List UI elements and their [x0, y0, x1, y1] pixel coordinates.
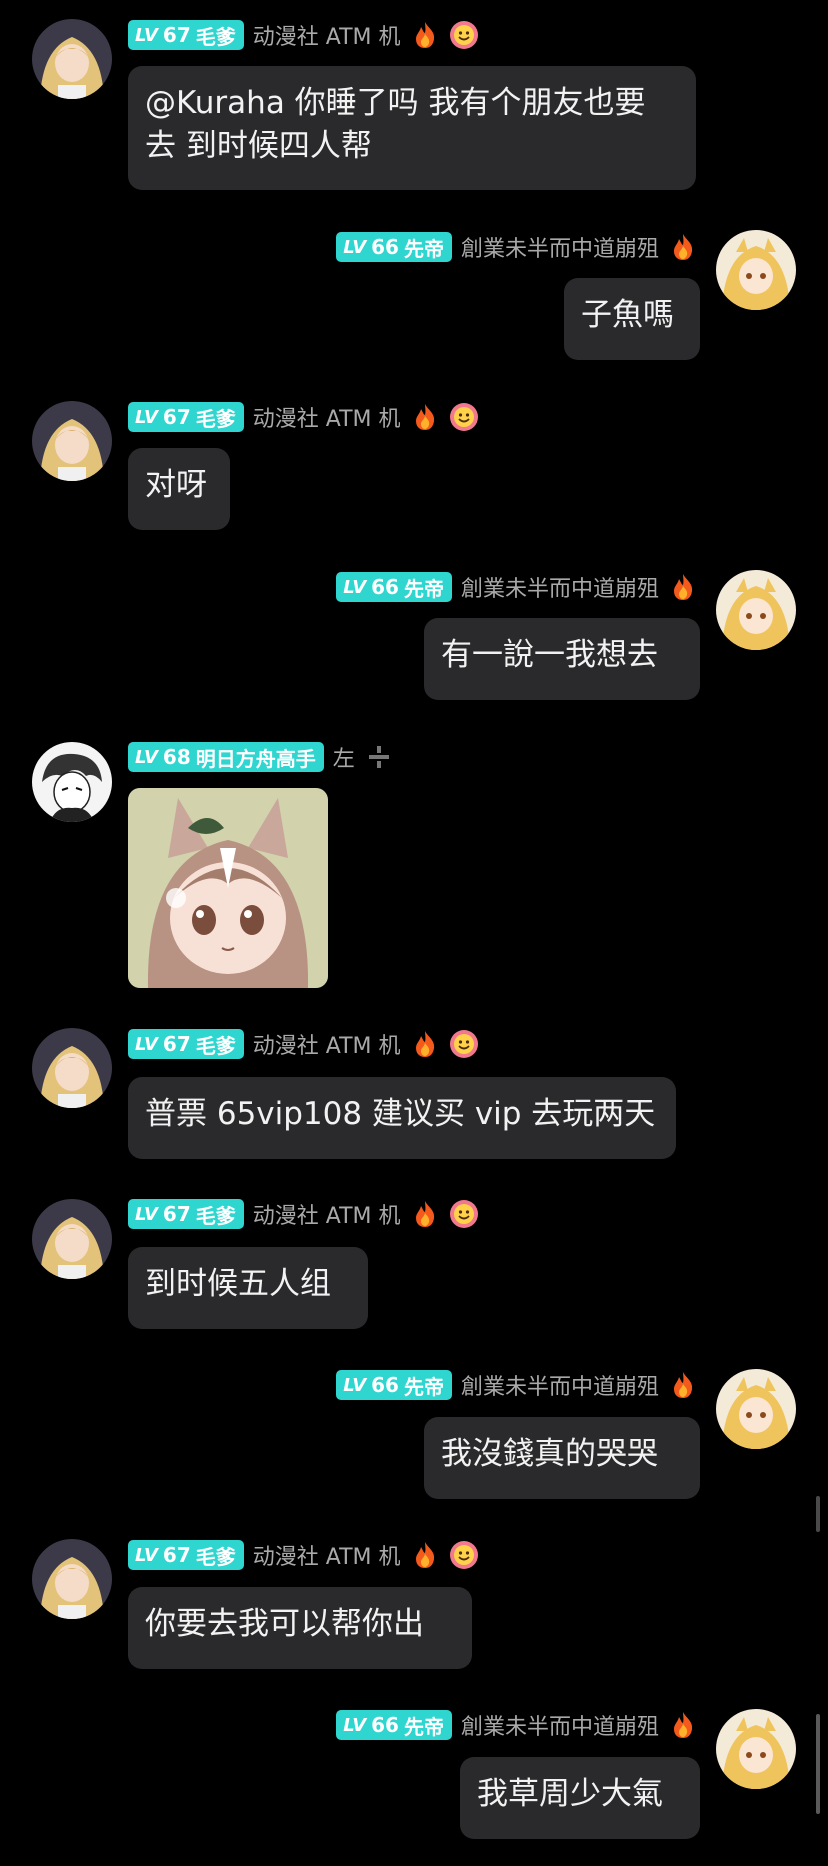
smiley-flower-icon: [449, 402, 479, 432]
sender-meta: LV 67 毛爹 动漫社 ATM 机: [128, 402, 479, 432]
fire-icon: [668, 1370, 698, 1400]
level-badge: LV 66 先帝: [336, 1710, 452, 1740]
fire-icon: [410, 402, 440, 432]
chat-message-list[interactable]: LV 67 毛爹 动漫社 ATM 机 @Kuraha 你睡了吗 我有个朋友也要 去 …: [0, 0, 828, 1866]
sender-name[interactable]: 动漫社 ATM 机: [253, 1539, 401, 1571]
sender-name[interactable]: 創業未半而中道崩殂: [461, 571, 659, 603]
sender-meta: LV 67 毛爹 动漫社 ATM 机: [128, 20, 479, 50]
avatar[interactable]: [32, 401, 112, 481]
sender-meta: LV 66 先帝 創業未半而中道崩殂: [336, 232, 698, 262]
fire-icon: [410, 1199, 440, 1229]
fire-icon: [668, 572, 698, 602]
avatar[interactable]: [32, 1199, 112, 1279]
fire-icon: [410, 1029, 440, 1059]
message-bubble[interactable]: 对呀: [128, 448, 230, 530]
message-bubble[interactable]: 我沒錢真的哭哭: [424, 1417, 700, 1499]
level-badge: LV 67 毛爹: [128, 20, 244, 50]
sender-meta: LV 66 先帝 創業未半而中道崩殂: [336, 1710, 698, 1740]
sender-name[interactable]: 左: [333, 741, 355, 773]
scrollbar-track-mark[interactable]: [816, 1496, 820, 1532]
sender-name[interactable]: 創業未半而中道崩殂: [461, 231, 659, 263]
sender-meta: LV 67 毛爹 动漫社 ATM 机: [128, 1199, 479, 1229]
level-badge: LV 66 先帝: [336, 1370, 452, 1400]
smiley-flower-icon: [449, 1540, 479, 1570]
message-bubble[interactable]: 我草周少大氣: [460, 1757, 700, 1839]
avatar[interactable]: [716, 570, 796, 650]
sender-meta: LV 68 明日方舟高手 左: [128, 742, 394, 772]
minus-plus-icon: [364, 742, 394, 772]
level-badge: LV 67 毛爹: [128, 1199, 244, 1229]
smiley-flower-icon: [449, 1199, 479, 1229]
avatar[interactable]: [32, 742, 112, 822]
level-badge: LV 66 先帝: [336, 572, 452, 602]
message-bubble[interactable]: 子魚嗎: [564, 278, 700, 360]
smiley-flower-icon: [449, 20, 479, 50]
fire-icon: [410, 1540, 440, 1570]
message-bubble[interactable]: @Kuraha 你睡了吗 我有个朋友也要 去 到时候四人帮: [128, 66, 696, 190]
level-badge: LV 67 毛爹: [128, 1540, 244, 1570]
smiley-flower-icon: [449, 1029, 479, 1059]
message-bubble[interactable]: 你要去我可以帮你出: [128, 1587, 472, 1669]
sender-name[interactable]: 动漫社 ATM 机: [253, 19, 401, 51]
sender-meta: LV 67 毛爹 动漫社 ATM 机: [128, 1029, 479, 1059]
avatar[interactable]: [32, 19, 112, 99]
sender-name[interactable]: 动漫社 ATM 机: [253, 401, 401, 433]
sender-name[interactable]: 动漫社 ATM 机: [253, 1028, 401, 1060]
fire-icon: [668, 1710, 698, 1740]
message-bubble[interactable]: 有一說一我想去: [424, 618, 700, 700]
sticker-image[interactable]: [128, 788, 328, 988]
message-bubble[interactable]: 到时候五人组: [128, 1247, 368, 1329]
sender-name[interactable]: 創業未半而中道崩殂: [461, 1369, 659, 1401]
fire-icon: [410, 20, 440, 50]
level-badge: LV 66 先帝: [336, 232, 452, 262]
sender-meta: LV 67 毛爹 动漫社 ATM 机: [128, 1540, 479, 1570]
sender-name[interactable]: 創業未半而中道崩殂: [461, 1709, 659, 1741]
sender-name[interactable]: 动漫社 ATM 机: [253, 1198, 401, 1230]
level-badge: LV 68 明日方舟高手: [128, 742, 324, 772]
avatar[interactable]: [716, 1709, 796, 1789]
level-badge: LV 67 毛爹: [128, 1029, 244, 1059]
avatar[interactable]: [32, 1028, 112, 1108]
avatar[interactable]: [32, 1539, 112, 1619]
scrollbar-thumb[interactable]: [816, 1714, 820, 1814]
avatar[interactable]: [716, 230, 796, 310]
level-badge: LV 67 毛爹: [128, 402, 244, 432]
sender-meta: LV 66 先帝 創業未半而中道崩殂: [336, 572, 698, 602]
fire-icon: [668, 232, 698, 262]
avatar[interactable]: [716, 1369, 796, 1449]
sender-meta: LV 66 先帝 創業未半而中道崩殂: [336, 1370, 698, 1400]
message-bubble[interactable]: 普票 65vip108 建议买 vip 去玩两天: [128, 1077, 676, 1159]
